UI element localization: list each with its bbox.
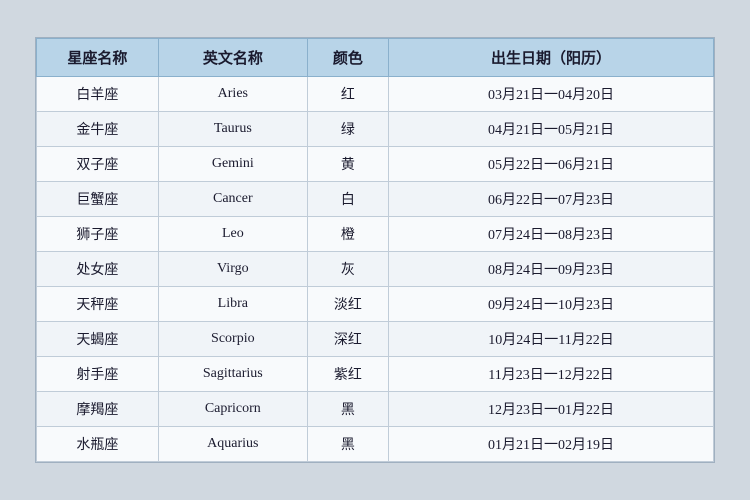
cell-english: Aquarius bbox=[158, 427, 307, 462]
cell-date: 09月24日一10月23日 bbox=[389, 287, 714, 322]
cell-chinese: 水瓶座 bbox=[37, 427, 159, 462]
zodiac-table-container: 星座名称 英文名称 颜色 出生日期（阳历） 白羊座Aries红03月21日一04… bbox=[35, 37, 715, 463]
zodiac-table: 星座名称 英文名称 颜色 出生日期（阳历） 白羊座Aries红03月21日一04… bbox=[36, 38, 714, 462]
cell-chinese: 双子座 bbox=[37, 147, 159, 182]
cell-date: 10月24日一11月22日 bbox=[389, 322, 714, 357]
cell-english: Capricorn bbox=[158, 392, 307, 427]
table-row: 水瓶座Aquarius黑01月21日一02月19日 bbox=[37, 427, 714, 462]
table-row: 天蝎座Scorpio深红10月24日一11月22日 bbox=[37, 322, 714, 357]
header-english-name: 英文名称 bbox=[158, 39, 307, 77]
table-row: 狮子座Leo橙07月24日一08月23日 bbox=[37, 217, 714, 252]
cell-english: Leo bbox=[158, 217, 307, 252]
cell-english: Virgo bbox=[158, 252, 307, 287]
cell-english: Taurus bbox=[158, 112, 307, 147]
table-row: 巨蟹座Cancer白06月22日一07月23日 bbox=[37, 182, 714, 217]
cell-date: 04月21日一05月21日 bbox=[389, 112, 714, 147]
cell-english: Gemini bbox=[158, 147, 307, 182]
cell-chinese: 狮子座 bbox=[37, 217, 159, 252]
cell-color: 淡红 bbox=[307, 287, 388, 322]
cell-color: 黑 bbox=[307, 392, 388, 427]
cell-color: 白 bbox=[307, 182, 388, 217]
header-birth-date: 出生日期（阳历） bbox=[389, 39, 714, 77]
table-row: 白羊座Aries红03月21日一04月20日 bbox=[37, 77, 714, 112]
cell-chinese: 射手座 bbox=[37, 357, 159, 392]
cell-date: 06月22日一07月23日 bbox=[389, 182, 714, 217]
cell-date: 07月24日一08月23日 bbox=[389, 217, 714, 252]
cell-color: 紫红 bbox=[307, 357, 388, 392]
header-chinese-name: 星座名称 bbox=[37, 39, 159, 77]
cell-color: 橙 bbox=[307, 217, 388, 252]
cell-english: Aries bbox=[158, 77, 307, 112]
cell-date: 05月22日一06月21日 bbox=[389, 147, 714, 182]
table-row: 天秤座Libra淡红09月24日一10月23日 bbox=[37, 287, 714, 322]
cell-date: 01月21日一02月19日 bbox=[389, 427, 714, 462]
cell-color: 绿 bbox=[307, 112, 388, 147]
cell-chinese: 天秤座 bbox=[37, 287, 159, 322]
cell-chinese: 白羊座 bbox=[37, 77, 159, 112]
cell-color: 黄 bbox=[307, 147, 388, 182]
cell-date: 11月23日一12月22日 bbox=[389, 357, 714, 392]
table-row: 金牛座Taurus绿04月21日一05月21日 bbox=[37, 112, 714, 147]
cell-date: 03月21日一04月20日 bbox=[389, 77, 714, 112]
table-row: 摩羯座Capricorn黑12月23日一01月22日 bbox=[37, 392, 714, 427]
cell-color: 黑 bbox=[307, 427, 388, 462]
cell-date: 12月23日一01月22日 bbox=[389, 392, 714, 427]
cell-chinese: 摩羯座 bbox=[37, 392, 159, 427]
table-row: 处女座Virgo灰08月24日一09月23日 bbox=[37, 252, 714, 287]
cell-date: 08月24日一09月23日 bbox=[389, 252, 714, 287]
table-header-row: 星座名称 英文名称 颜色 出生日期（阳历） bbox=[37, 39, 714, 77]
cell-chinese: 处女座 bbox=[37, 252, 159, 287]
cell-english: Sagittarius bbox=[158, 357, 307, 392]
table-row: 射手座Sagittarius紫红11月23日一12月22日 bbox=[37, 357, 714, 392]
cell-english: Libra bbox=[158, 287, 307, 322]
cell-english: Scorpio bbox=[158, 322, 307, 357]
header-color: 颜色 bbox=[307, 39, 388, 77]
cell-color: 深红 bbox=[307, 322, 388, 357]
table-row: 双子座Gemini黄05月22日一06月21日 bbox=[37, 147, 714, 182]
cell-color: 红 bbox=[307, 77, 388, 112]
cell-chinese: 天蝎座 bbox=[37, 322, 159, 357]
cell-color: 灰 bbox=[307, 252, 388, 287]
cell-chinese: 巨蟹座 bbox=[37, 182, 159, 217]
cell-chinese: 金牛座 bbox=[37, 112, 159, 147]
cell-english: Cancer bbox=[158, 182, 307, 217]
